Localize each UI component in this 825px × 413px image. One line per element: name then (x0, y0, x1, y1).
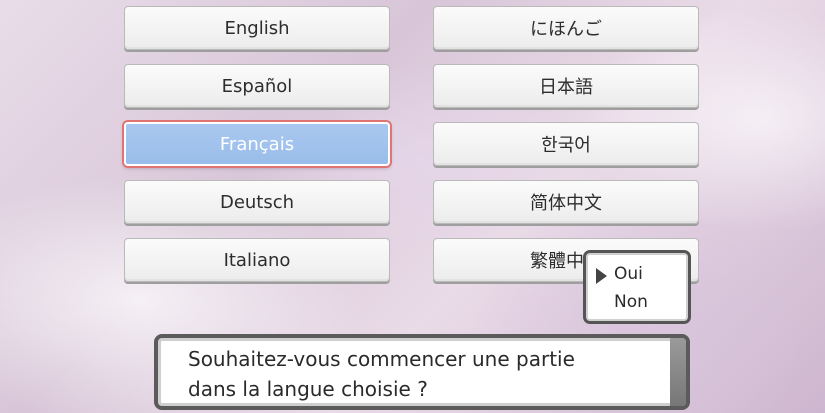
dialog-text: Souhaitez-vous commencer une partie dans… (188, 344, 575, 404)
dialog-line-2: dans la langue choisie ? (188, 377, 428, 401)
dialog-line-1: Souhaitez-vous commencer une partie (188, 347, 575, 371)
lang-label: Deutsch (219, 191, 295, 213)
choice-non[interactable]: Non (614, 292, 648, 312)
lang-button-espanol[interactable]: Español (124, 64, 390, 108)
lang-label: にほんご (530, 19, 602, 40)
lang-label: Italiano (223, 249, 291, 271)
lang-button-english[interactable]: English (124, 6, 390, 50)
lang-button-japanese-kanji[interactable]: 日本語 (433, 64, 699, 108)
lang-button-deutsch[interactable]: Deutsch (124, 180, 390, 224)
choice-oui[interactable]: Oui (614, 264, 643, 284)
lang-label: English (224, 17, 290, 39)
lang-button-chinese-simplified[interactable]: 简体中文 (433, 180, 699, 224)
lang-label: 日本語 (539, 77, 593, 98)
lang-label: Français (219, 133, 295, 155)
yes-no-menu: Oui Non (583, 250, 691, 324)
lang-label: 简体中文 (530, 193, 602, 214)
lang-button-japanese-kana[interactable]: にほんご (433, 6, 699, 50)
lang-button-francais[interactable]: Français (124, 122, 390, 166)
dialog-edge (670, 338, 686, 406)
lang-label: Español (221, 75, 293, 97)
selection-cursor-icon (596, 268, 607, 284)
lang-button-korean[interactable]: 한국어 (433, 122, 699, 166)
dialog-box: Souhaitez-vous commencer une partie dans… (154, 334, 690, 410)
lang-button-italiano[interactable]: Italiano (124, 238, 390, 282)
lang-label: 한국어 (541, 135, 591, 156)
